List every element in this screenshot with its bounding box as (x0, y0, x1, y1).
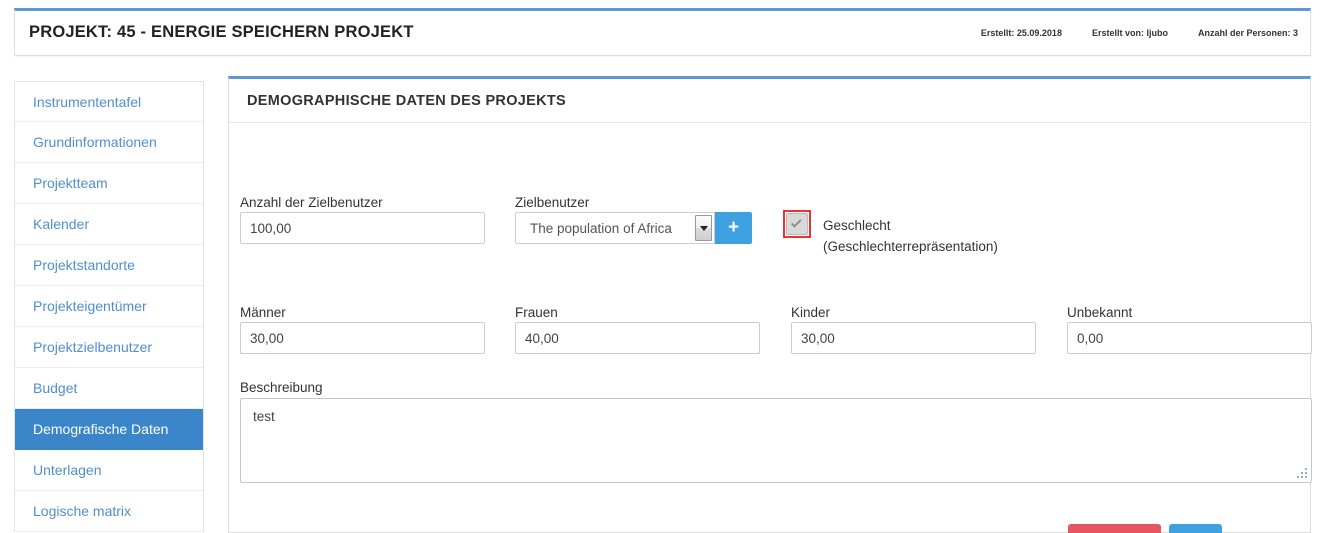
sidebar-item-projektzielbenutzer[interactable]: Projektzielbenutzer (15, 327, 203, 368)
created-by: Erstellt von: ljubo (1091, 28, 1168, 38)
new-button[interactable]: Neu (1169, 524, 1222, 533)
project-sidebar-nav: Instrumententafel Grundinformationen Pro… (14, 81, 204, 532)
project-header-panel: PROJEKT: 45 - ENERGIE SPEICHERN PROJEKT … (14, 8, 1311, 56)
gender-checkbox-label: Geschlecht (Geschlechterrepräsentation) (823, 215, 998, 257)
sidebar-item-unterlagen[interactable]: Unterlagen (15, 450, 203, 491)
gender-checkbox[interactable] (786, 213, 808, 235)
sidebar-item-demografische-daten[interactable]: Demografische Daten (15, 409, 203, 450)
sidebar-item-budget[interactable]: Budget (15, 368, 203, 409)
description-textarea[interactable] (240, 398, 1312, 483)
person-count: Anzahl der Personen: 3 (1197, 28, 1298, 38)
men-input[interactable] (240, 322, 485, 354)
sidebar-item-kalender[interactable]: Kalender (15, 204, 203, 245)
sidebar-item-label: Kalender (33, 216, 90, 232)
check-icon (790, 216, 802, 228)
demographic-data-panel: DEMOGRAPHISCHE DATEN DES PROJEKTS Anzahl… (228, 76, 1312, 533)
app-page: PROJEKT: 45 - ENERGIE SPEICHERN PROJEKT … (0, 0, 1325, 533)
target-user-label: Zielbenutzer (515, 195, 590, 210)
men-label: Männer (240, 305, 286, 320)
sidebar-item-label: Demografische Daten (33, 421, 169, 437)
sidebar-item-logische-matrix[interactable]: Logische matrix (15, 491, 203, 532)
sidebar-item-projektstandorte[interactable]: Projektstandorte (15, 245, 203, 286)
sidebar-item-label: Projekteigentümer (33, 298, 147, 314)
sidebar-item-label: Projektzielbenutzer (33, 339, 153, 355)
chevron-down-icon[interactable] (695, 215, 712, 241)
sidebar-item-label: Instrumententafel (33, 94, 142, 110)
sidebar-item-instrumententafel[interactable]: Instrumententafel (15, 81, 203, 122)
page-title: PROJEKT: 45 - ENERGIE SPEICHERN PROJEKT (29, 23, 414, 41)
sidebar-item-grundinformationen[interactable]: Grundinformationen (15, 122, 203, 163)
add-target-user-button[interactable]: + (715, 212, 752, 244)
target-user-count-label: Anzahl der Zielbenutzer (240, 195, 383, 210)
women-input[interactable] (515, 322, 760, 354)
gender-label-line2: (Geschlechterrepräsentation) (823, 239, 998, 254)
created-date: Erstellt: 25.09.2018 (980, 28, 1062, 38)
sidebar-item-projekteigentuemer[interactable]: Projekteigentümer (15, 286, 203, 327)
target-user-selected-value: The population of Africa (530, 220, 672, 236)
gender-checkbox-highlight (783, 210, 811, 238)
sidebar-item-label: Budget (33, 380, 78, 396)
sidebar-item-label: Logische matrix (33, 503, 132, 519)
sidebar-item-label: Grundinformationen (33, 134, 157, 150)
target-user-select-group: The population of Africa + (515, 212, 752, 244)
description-label: Beschreibung (240, 380, 323, 395)
children-label: Kinder (791, 305, 831, 320)
sidebar-item-projektteam[interactable]: Projektteam (15, 163, 203, 204)
unknown-input[interactable] (1067, 322, 1312, 354)
save-button[interactable]: Speichern (1068, 524, 1161, 533)
gender-label-line1: Geschlecht (823, 218, 891, 233)
children-input[interactable] (791, 322, 1036, 354)
target-user-count-input[interactable] (240, 212, 485, 244)
target-user-select[interactable]: The population of Africa (515, 212, 715, 244)
sidebar-item-label: Unterlagen (33, 462, 102, 478)
unknown-label: Unbekannt (1067, 305, 1133, 320)
sidebar-item-label: Projektstandorte (33, 257, 135, 273)
panel-heading: DEMOGRAPHISCHE DATEN DES PROJEKTS (229, 79, 1310, 123)
header-metadata: Erstellt: 25.09.2018 Erstellt von: ljubo… (981, 28, 1298, 38)
sidebar-item-label: Projektteam (33, 175, 108, 191)
women-label: Frauen (515, 305, 558, 320)
